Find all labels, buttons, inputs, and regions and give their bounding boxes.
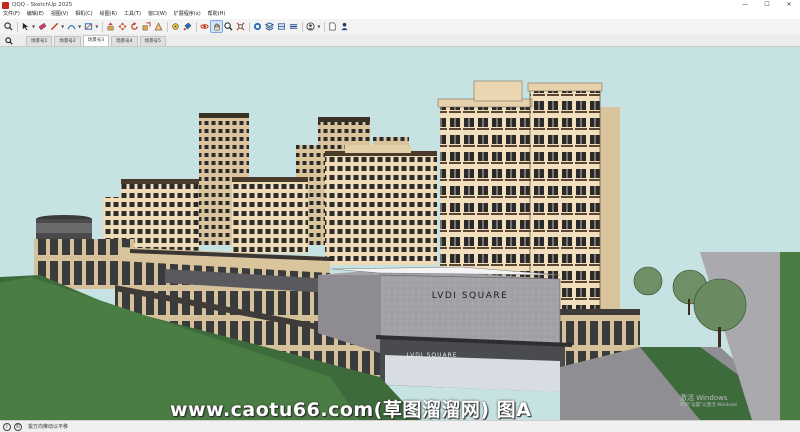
scene-tab-1[interactable]: 场景号1: [26, 36, 53, 46]
chevron-down-icon[interactable]: ▼: [317, 24, 320, 29]
menu-tools[interactable]: 工具(T): [124, 10, 141, 19]
menu-bar: 文件(F) 编辑(E) 视图(V) 相机(C) 绘图(R) 工具(T) 窗口(W…: [0, 10, 800, 19]
move-icon[interactable]: [117, 21, 128, 32]
scene-tab-2[interactable]: 场景号2: [54, 36, 81, 46]
maximize-button[interactable]: ☐: [756, 0, 778, 10]
pan-icon[interactable]: [210, 20, 224, 33]
orbit-icon[interactable]: [199, 21, 210, 32]
user-icon[interactable]: [305, 21, 316, 32]
scene-search-icon[interactable]: [4, 35, 14, 46]
signage-upper: LVDI SQUARE: [432, 291, 509, 301]
toolbar-separator: [302, 21, 304, 32]
chevron-down-icon[interactable]: ▼: [78, 24, 81, 29]
menu-edit[interactable]: 编辑(E): [27, 10, 44, 19]
rotate-icon[interactable]: [129, 21, 140, 32]
toolbar-separator: [102, 21, 104, 32]
scene-tab-bar: 场景号1 场景号2 场景号3 场景号4 场景号5: [0, 34, 800, 47]
toolbar-separator: [249, 21, 251, 32]
pencil-icon[interactable]: [49, 21, 60, 32]
chevron-down-icon[interactable]: ▼: [61, 24, 64, 29]
minimize-button[interactable]: —: [734, 0, 756, 10]
signage-lower: LVDI SQUARE: [406, 352, 457, 359]
account-icon[interactable]: [339, 21, 350, 32]
toolbar-separator: [324, 21, 326, 32]
credits-icon[interactable]: ©: [14, 422, 22, 431]
shape-icon[interactable]: [66, 21, 77, 32]
tape-icon[interactable]: [170, 21, 181, 32]
title-bar: QQQ - SketchUp 2025 — ☐ ✕: [0, 0, 800, 10]
rectangle-icon[interactable]: [83, 21, 94, 32]
corner-shop: LVDI SQUARE: [376, 335, 572, 392]
chevron-down-icon[interactable]: ▼: [95, 24, 98, 29]
activate-windows-notice: 激活 Windows 转到"设置"以激活 Windows: [680, 394, 737, 409]
chevron-down-icon[interactable]: ▼: [32, 24, 35, 29]
push-pull-icon[interactable]: [105, 21, 116, 32]
viewport-scene[interactable]: LVDI SQUARE LVDI SQUARE: [0, 47, 800, 420]
scene-tab-5[interactable]: 场景号5: [139, 36, 166, 46]
paint-icon[interactable]: [182, 21, 193, 32]
layers-icon[interactable]: [276, 21, 287, 32]
toolbar-separator: [17, 21, 18, 32]
menu-camera[interactable]: 相机(C): [75, 10, 92, 19]
menu-window[interactable]: 窗口(W): [148, 10, 167, 19]
select-icon[interactable]: [20, 21, 31, 32]
geolocation-icon[interactable]: i: [3, 422, 11, 431]
styles-icon[interactable]: [288, 21, 299, 32]
scene-tab-3[interactable]: 场景号3: [82, 35, 110, 46]
main-toolbar: ▼ ▼ ▼ ▼ ▼: [0, 19, 800, 34]
zoom-extents-icon[interactable]: [235, 21, 246, 32]
search-icon[interactable]: [3, 21, 14, 32]
close-button[interactable]: ✕: [778, 0, 800, 10]
menu-draw[interactable]: 绘图(R): [100, 10, 117, 19]
menu-file[interactable]: 文件(F): [3, 10, 20, 19]
sketchup-logo-icon: [2, 1, 9, 9]
document-icon[interactable]: [327, 21, 338, 32]
status-bar: i © 拔方向推动以平移: [0, 420, 800, 432]
extension-icon[interactable]: [264, 21, 275, 32]
activate-subtitle: 转到"设置"以激活 Windows: [680, 403, 738, 408]
toolbar-separator: [167, 21, 169, 32]
window-controls: — ☐ ✕: [734, 0, 800, 10]
watermark-text: www.caotu66.com(草图溜溜网) 图A: [170, 399, 532, 421]
toolbar-separator: [196, 21, 198, 32]
model-viewport[interactable]: LVDI SQUARE LVDI SQUARE: [0, 47, 800, 420]
eraser-icon[interactable]: [37, 21, 48, 32]
offset-icon[interactable]: [153, 21, 164, 32]
scene-tab-4[interactable]: 场景号4: [111, 36, 138, 46]
scale-icon[interactable]: [141, 21, 152, 32]
zoom-icon[interactable]: [223, 21, 234, 32]
sketchup-window: QQQ - SketchUp 2025 — ☐ ✕ 文件(F) 编辑(E) 视图…: [0, 0, 800, 432]
status-message: 拔方向推动以平移: [28, 424, 69, 430]
menu-help[interactable]: 帮助(H): [208, 10, 226, 19]
menu-extensions[interactable]: 扩展程序(x): [174, 10, 201, 19]
menu-view[interactable]: 视图(V): [51, 10, 68, 19]
warehouse-icon[interactable]: [252, 21, 263, 32]
window-title: QQQ - SketchUp 2025: [12, 2, 73, 8]
activate-title: 激活 Windows: [680, 394, 728, 402]
